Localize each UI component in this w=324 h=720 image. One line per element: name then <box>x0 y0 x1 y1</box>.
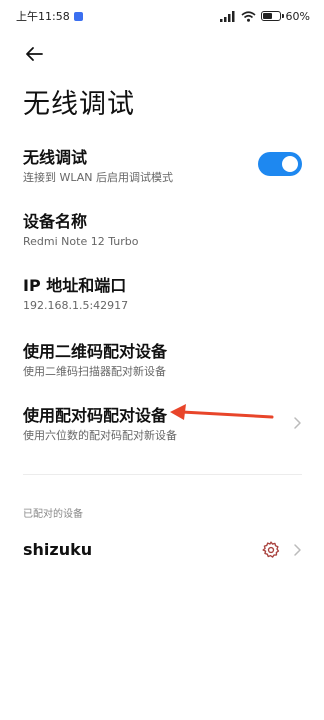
pair-code-row[interactable]: 使用配对码配对设备 使用六位数的配对码配对新设备 <box>23 406 324 444</box>
chevron-right-icon <box>294 544 301 556</box>
pair-code-title: 使用配对码配对设备 <box>23 406 168 425</box>
battery-level-fill <box>262 13 272 19</box>
back-button[interactable] <box>20 40 48 68</box>
cellular-signal-icon <box>219 10 235 22</box>
pair-code-subtitle: 使用六位数的配对码配对新设备 <box>23 429 177 442</box>
page-title: 无线调试 <box>23 89 135 120</box>
battery-percentage: 60% <box>285 9 310 23</box>
status-right: 60% <box>219 9 310 23</box>
arrow-left-icon <box>26 47 43 61</box>
wireless-debugging-toggle[interactable] <box>258 152 302 176</box>
status-time: 上午11:58 <box>16 10 70 23</box>
ip-port-value: 192.168.1.5:42917 <box>23 299 129 312</box>
ip-port-row[interactable]: IP 地址和端口 192.168.1.5:42917 <box>23 276 324 314</box>
notification-app-icon <box>73 11 83 21</box>
gear-icon[interactable] <box>262 541 280 559</box>
toggle-knob <box>282 156 298 172</box>
status-left: 上午11:58 <box>16 8 83 24</box>
pair-qr-row[interactable]: 使用二维码配对设备 使用二维码扫描器配对新设备 <box>23 342 324 380</box>
battery-icon <box>260 11 284 21</box>
device-name-value: Redmi Note 12 Turbo <box>23 235 139 248</box>
pair-qr-subtitle: 使用二维码扫描器配对新设备 <box>23 365 166 378</box>
device-name-title: 设备名称 <box>23 212 88 231</box>
pair-qr-title: 使用二维码配对设备 <box>23 342 168 361</box>
section-divider <box>23 474 302 475</box>
ip-port-title: IP 地址和端口 <box>23 276 127 295</box>
status-bar: 上午11:58 60% <box>0 0 324 32</box>
paired-devices-header: 已配对的设备 <box>23 509 83 520</box>
chevron-right-icon <box>294 417 301 429</box>
wifi-icon <box>241 10 256 22</box>
device-name-row[interactable]: 设备名称 Redmi Note 12 Turbo <box>23 212 324 250</box>
